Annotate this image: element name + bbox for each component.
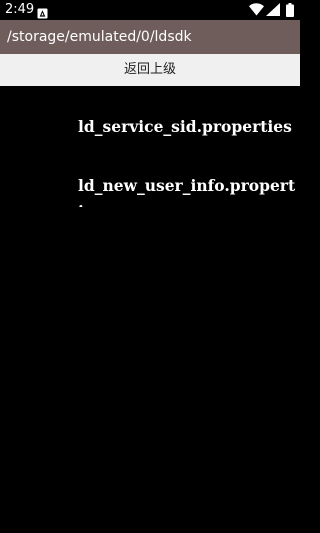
file-item[interactable]: ld_new_user_info.properties [0, 171, 300, 221]
notification-icon [37, 4, 48, 19]
file-name: ld_service_sid.properties [78, 117, 292, 136]
back-to-parent-button[interactable]: 返回上级 [0, 54, 300, 86]
file-item[interactable]: ld_service_sid.properties [0, 112, 300, 162]
status-time: 2:49 [5, 2, 35, 17]
file-name: ld_new_user_info.properties [78, 176, 296, 207]
current-path: /storage/emulated/0/ldsdk [7, 29, 192, 45]
status-bar: 2:49 [0, 0, 300, 20]
path-bar: /storage/emulated/0/ldsdk [0, 20, 300, 54]
